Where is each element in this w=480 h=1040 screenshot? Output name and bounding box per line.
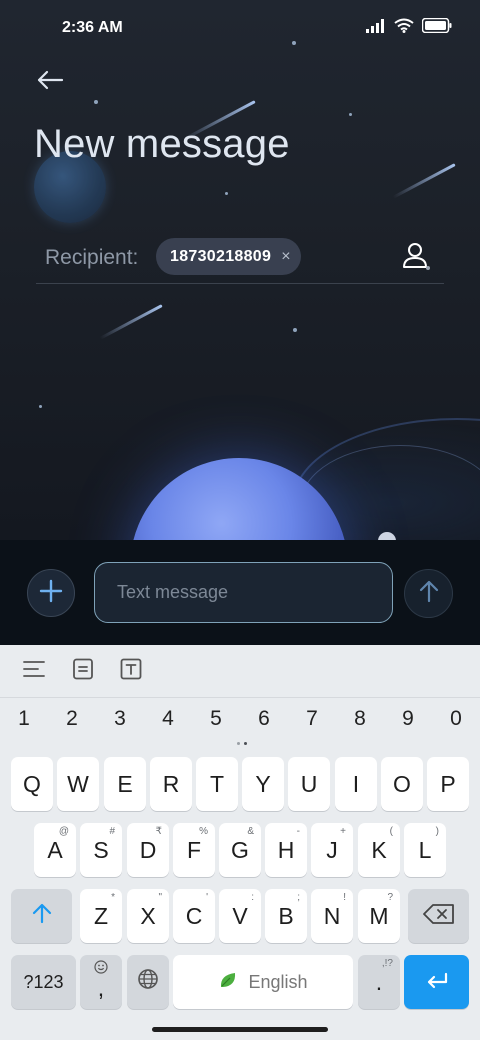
back-button[interactable] — [30, 62, 70, 102]
key-5[interactable]: 5 — [196, 707, 236, 731]
meteor-decoration — [392, 163, 456, 199]
meteor-decoration — [99, 304, 163, 340]
space-language-label: English — [248, 971, 308, 992]
star-decoration — [94, 100, 98, 104]
globe-icon — [137, 968, 159, 996]
status-bar: 2:36 AM — [0, 0, 480, 56]
key-a[interactable]: @ A — [34, 823, 76, 877]
key-f[interactable]: % F — [173, 823, 215, 877]
compose-bar — [0, 540, 480, 645]
send-arrow-icon — [418, 579, 440, 608]
number-row: 1 2 3 4 5 6 7 8 9 0 — [0, 707, 480, 741]
key-d[interactable]: ₹ D — [127, 823, 169, 877]
page-indicator — [237, 742, 247, 745]
backspace-icon — [422, 903, 455, 930]
key-k[interactable]: (K — [358, 823, 400, 877]
status-time: 2:36 AM — [62, 19, 123, 36]
key-t[interactable]: T — [196, 757, 238, 811]
enter-key[interactable] — [404, 955, 469, 1009]
keyboard-toolbar — [0, 645, 480, 698]
key-7[interactable]: 7 — [292, 707, 332, 731]
key-j[interactable]: + J — [311, 823, 353, 877]
key-4[interactable]: 4 — [148, 707, 188, 731]
recipient-label: Recipient: — [45, 246, 139, 269]
key-p[interactable]: P — [427, 757, 469, 811]
key-u[interactable]: U — [288, 757, 330, 811]
star-decoration — [293, 328, 297, 332]
key-c[interactable]: ' C — [173, 889, 215, 943]
shift-icon — [31, 902, 53, 930]
key-0[interactable]: 0 — [436, 707, 476, 731]
key-3[interactable]: 3 — [100, 707, 140, 731]
key-x[interactable]: " X — [127, 889, 169, 943]
signal-icon — [366, 18, 386, 38]
key-2[interactable]: 2 — [52, 707, 92, 731]
key-q[interactable]: Q — [11, 757, 53, 811]
leaf-icon — [218, 970, 238, 995]
key-8[interactable]: 8 — [340, 707, 380, 731]
key-n[interactable]: ! N — [311, 889, 353, 943]
key-v[interactable]: :V — [219, 889, 261, 943]
key-o[interactable]: O — [381, 757, 423, 811]
key-6[interactable]: 6 — [244, 707, 284, 731]
period-key[interactable]: ,!? . — [358, 955, 400, 1009]
key-r[interactable]: R — [150, 757, 192, 811]
home-indicator[interactable] — [152, 1027, 328, 1032]
key-i[interactable]: I — [335, 757, 377, 811]
key-9[interactable]: 9 — [388, 707, 428, 731]
send-button[interactable] — [404, 569, 453, 618]
star-decoration — [349, 113, 352, 116]
page-title: New message — [34, 122, 290, 166]
keyboard-menu-button[interactable] — [20, 657, 48, 685]
recipient-row: Recipient: 18730218809 × — [36, 232, 444, 284]
key-b[interactable]: ; B — [265, 889, 307, 943]
message-header-area: 2:36 AM New message Recipient: 187302188… — [0, 0, 480, 540]
clipboard-button[interactable] — [69, 657, 97, 685]
attach-button[interactable] — [27, 569, 75, 617]
key-z[interactable]: * Z — [80, 889, 122, 943]
recipient-chip[interactable]: 18730218809 × — [156, 238, 301, 275]
key-m[interactable]: ? M — [358, 889, 400, 943]
key-y[interactable]: Y — [242, 757, 284, 811]
enter-icon — [425, 969, 449, 996]
key-s[interactable]: # S — [80, 823, 122, 877]
remove-recipient-button[interactable]: × — [281, 248, 290, 266]
star-decoration — [39, 405, 42, 408]
battery-icon — [421, 17, 452, 38]
comma-key[interactable]: , — [80, 955, 122, 1009]
key-g[interactable]: & G — [219, 823, 261, 877]
star-decoration — [225, 192, 228, 195]
recipient-chip-number: 18730218809 — [170, 247, 272, 265]
message-input[interactable] — [94, 562, 393, 623]
shift-key[interactable] — [11, 889, 72, 943]
back-arrow-icon — [36, 70, 64, 95]
text-format-button[interactable] — [117, 657, 145, 685]
contact-icon — [401, 241, 431, 276]
keyboard: 1 2 3 4 5 6 7 8 9 0 Q W E R T Y U I O P … — [0, 645, 480, 1040]
key-h[interactable]: -H — [265, 823, 307, 877]
key-w[interactable]: W — [57, 757, 99, 811]
status-icons — [366, 17, 452, 38]
clipboard-icon — [72, 658, 94, 685]
plus-icon — [39, 579, 63, 608]
symbols-key[interactable]: ?123 — [11, 955, 76, 1009]
key-1[interactable]: 1 — [4, 707, 44, 731]
text-format-icon — [120, 658, 142, 685]
wifi-icon — [394, 18, 414, 38]
contacts-button[interactable] — [396, 238, 436, 278]
emoji-icon — [80, 960, 122, 977]
key-l[interactable]: ) L — [404, 823, 446, 877]
backspace-key[interactable] — [408, 889, 469, 943]
language-key[interactable] — [127, 955, 169, 1009]
space-key[interactable]: English — [173, 955, 353, 1009]
menu-lines-icon — [23, 660, 45, 683]
key-e[interactable]: E — [104, 757, 146, 811]
